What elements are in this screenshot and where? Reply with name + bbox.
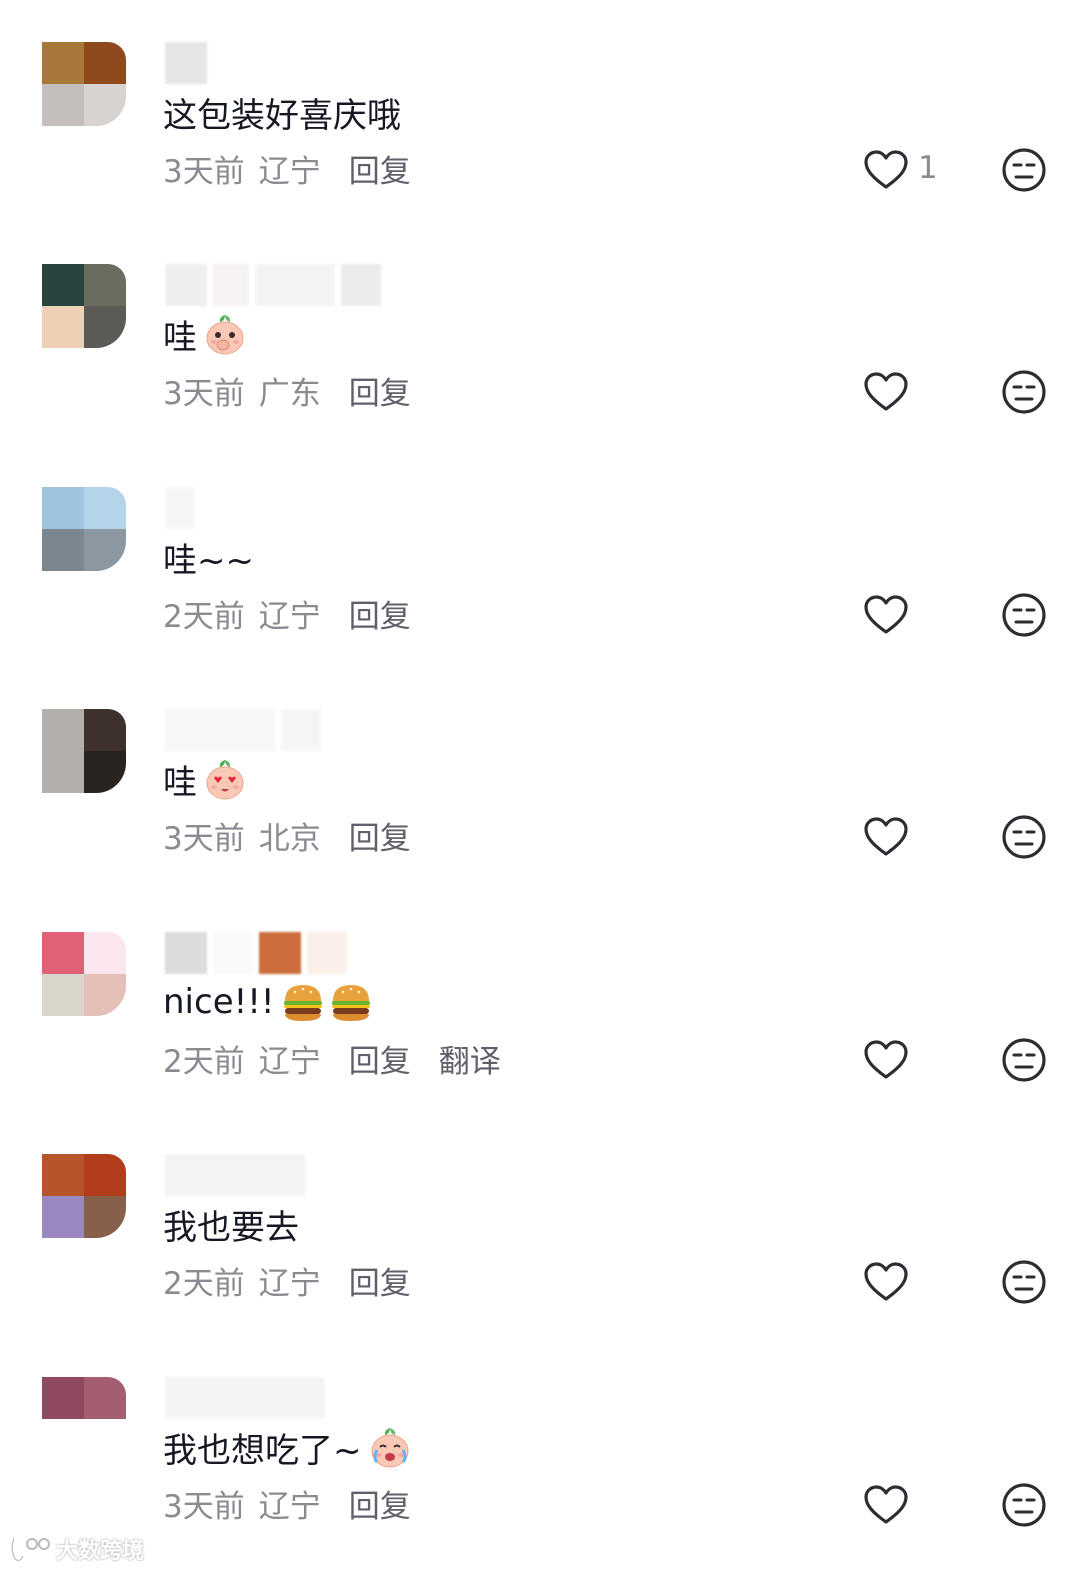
avatar[interactable] <box>42 1154 126 1238</box>
comment-meta: 3天前 辽宁 回复 <box>163 146 411 190</box>
reply-button[interactable]: 回复 <box>349 146 411 191</box>
reply-button[interactable]: 回复 <box>349 1258 411 1303</box>
comment-content: 我也想吃了~ <box>163 1419 410 1475</box>
comment-time: 3天前 <box>163 153 245 190</box>
dislike-face-icon[interactable] <box>1000 146 1048 194</box>
comment-time: 2天前 <box>163 1265 245 1302</box>
avatar[interactable] <box>42 264 126 348</box>
comment-meta: 3天前 北京 回复 <box>163 813 411 857</box>
comment-meta: 2天前 辽宁 回复 翻译 <box>163 1036 501 1080</box>
reply-button[interactable]: 回复 <box>349 368 411 413</box>
dislike-face-icon[interactable] <box>1000 1258 1048 1306</box>
avatar[interactable] <box>42 709 126 793</box>
watermark: 大数跨境 <box>8 1532 144 1566</box>
comment-item: 我也要去 2天前 辽宁 回复 <box>0 1112 1080 1334</box>
comment-time: 3天前 <box>163 1488 245 1525</box>
comment-text: 哇 <box>163 317 197 358</box>
avatar[interactable] <box>42 932 126 1016</box>
translate-button[interactable]: 翻译 <box>439 1036 501 1081</box>
comment-content: 这包装好喜庆哦 <box>163 84 401 140</box>
peach-crying-emoji <box>368 1426 410 1468</box>
comment-time: 2天前 <box>163 598 245 635</box>
comment-location: 辽宁 <box>258 1265 321 1302</box>
comment-meta: 2天前 辽宁 回复 <box>163 591 411 635</box>
comment-text: 哇 <box>163 762 197 803</box>
comment-time: 3天前 <box>163 820 245 857</box>
comment-location: 广东 <box>258 375 321 412</box>
comment-location: 辽宁 <box>258 1043 321 1080</box>
comment-time: 2天前 <box>163 1043 245 1080</box>
comment-content: 哇~~ <box>163 529 254 585</box>
reply-button[interactable]: 回复 <box>349 813 411 858</box>
comment-text: 我也想吃了~ <box>163 1430 362 1471</box>
dislike-face-icon[interactable] <box>1000 368 1048 416</box>
heart-icon[interactable] <box>862 1481 910 1529</box>
comment-text: 这包装好喜庆哦 <box>163 95 401 136</box>
hamburger-emoji <box>281 981 323 1023</box>
comment-item: 哇 3天前 北京 回复 <box>0 667 1080 889</box>
dislike-face-icon[interactable] <box>1000 1036 1048 1084</box>
avatar[interactable] <box>42 1377 126 1461</box>
comment-item: 我也想吃了~ 3天前 辽宁 回复 <box>0 1335 1080 1557</box>
watermark-logo-icon <box>10 1537 50 1563</box>
comment-meta: 2天前 辽宁 回复 <box>163 1258 411 1302</box>
hamburger-emoji <box>329 981 371 1023</box>
comment-text: nice!!! <box>163 982 275 1022</box>
reply-button[interactable]: 回复 <box>349 591 411 636</box>
peach-cover-face-emoji <box>203 313 245 355</box>
avatar[interactable] <box>42 487 126 571</box>
comment-content: 哇 <box>163 306 245 362</box>
comment-item: 哇 3天前 广东 回复 <box>0 222 1080 444</box>
reply-button[interactable]: 回复 <box>349 1481 411 1526</box>
heart-icon[interactable] <box>862 1036 910 1084</box>
dislike-face-icon[interactable] <box>1000 591 1048 639</box>
comment-item: nice!!! 2天前 辽宁 回复 翻译 <box>0 890 1080 1112</box>
heart-icon[interactable] <box>862 146 910 194</box>
reply-button[interactable]: 回复 <box>349 1036 411 1081</box>
comment-text: 我也要去 <box>163 1207 299 1248</box>
comment-location: 北京 <box>258 820 321 857</box>
heart-icon[interactable] <box>862 591 910 639</box>
comment-location: 辽宁 <box>258 598 321 635</box>
comment-time: 3天前 <box>163 375 245 412</box>
comment-item: 这包装好喜庆哦 3天前 辽宁 回复 1 <box>0 0 1080 222</box>
heart-icon[interactable] <box>862 368 910 416</box>
comment-item: 哇~~ 2天前 辽宁 回复 <box>0 445 1080 667</box>
heart-icon[interactable] <box>862 813 910 861</box>
comment-text: 哇~~ <box>163 540 254 581</box>
comment-meta: 3天前 广东 回复 <box>163 368 411 412</box>
watermark-text: 大数跨境 <box>56 1539 145 1564</box>
comment-location: 辽宁 <box>258 1488 321 1525</box>
peach-heart-eyes-emoji <box>203 758 245 800</box>
heart-icon[interactable] <box>862 1258 910 1306</box>
comment-content: 哇 <box>163 751 245 807</box>
comment-content: 我也要去 <box>163 1196 299 1252</box>
dislike-face-icon[interactable] <box>1000 1481 1048 1529</box>
like-count: 1 <box>918 150 938 186</box>
comment-meta: 3天前 辽宁 回复 <box>163 1481 411 1525</box>
comment-content: nice!!! <box>163 974 371 1030</box>
comment-location: 辽宁 <box>258 153 321 190</box>
avatar[interactable] <box>42 42 126 126</box>
dislike-face-icon[interactable] <box>1000 813 1048 861</box>
